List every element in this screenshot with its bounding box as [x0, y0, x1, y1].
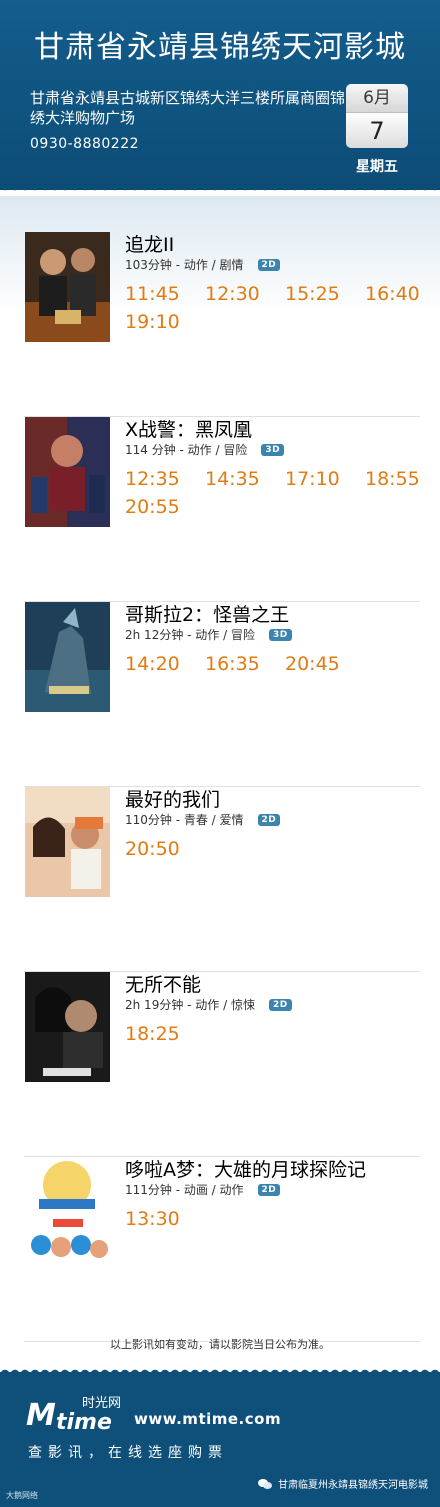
showtime[interactable]: 16:40 [365, 284, 425, 304]
movie-duration-genre: 2h 19分钟 - 动作 / 惊悚 [125, 998, 255, 1012]
weekday: 星期五 [356, 159, 398, 175]
header-scallop-edge [0, 186, 440, 196]
logo-chinese-name: 时光网 [82, 1396, 122, 1411]
movie-duration-genre: 114 分钟 - 动作 / 冒险 [125, 443, 248, 457]
showtime[interactable]: 13:30 [125, 1209, 205, 1229]
showtime[interactable]: 20:50 [125, 839, 205, 859]
logo-m-mark: M [26, 1398, 56, 1433]
movie-title[interactable]: 哥斯拉2：怪兽之王 [125, 600, 289, 627]
wechat-icon [258, 1478, 272, 1490]
format-badge: 2D [268, 998, 292, 1011]
movie-card[interactable]: X战警：黑凤凰 114 分钟 - 动作 / 冒险 3D 12:35 14:35 … [0, 417, 440, 602]
movie-meta: 110分钟 - 青春 / 爱情 2D [125, 811, 281, 828]
calendar-month: 6月 [346, 84, 408, 112]
movie-meta: 2h 12分钟 - 动作 / 冒险 3D [125, 626, 292, 643]
movie-card[interactable]: 无所不能 2h 19分钟 - 动作 / 惊悚 2D 18:25 [0, 972, 440, 1157]
showtime[interactable]: 19:10 [125, 312, 205, 332]
showtime[interactable]: 12:30 [205, 284, 285, 304]
format-badge: 2D [257, 258, 281, 271]
movie-meta: 114 分钟 - 动作 / 冒险 3D [125, 441, 285, 458]
movie-duration-genre: 103分钟 - 动作 / 剧情 [125, 258, 244, 272]
cinema-address: 甘肃省永靖县古城新区锦绣大洋三楼所属商圈锦绣大洋购物广场 [30, 89, 346, 127]
movie-duration-genre: 111分钟 - 动画 / 动作 [125, 1183, 244, 1197]
movie-meta: 103分钟 - 动作 / 剧情 2D [125, 256, 281, 273]
movie-poster[interactable] [25, 1157, 110, 1267]
movie-meta: 2h 19分钟 - 动作 / 惊悚 2D [125, 996, 292, 1013]
wechat-account[interactable]: 甘肃临夏州永靖县锦绣天河电影城 [258, 1476, 428, 1491]
footer: 时光网 M time www.mtime.com 查影讯，在线选座购票 大鹅网络… [0, 1366, 440, 1507]
showtime[interactable]: 14:35 [205, 469, 285, 489]
logo-wordmark: time [56, 1410, 112, 1435]
movie-poster[interactable] [25, 602, 110, 712]
movie-card[interactable]: 哥斯拉2：怪兽之王 2h 12分钟 - 动作 / 冒险 3D 14:20 16:… [0, 602, 440, 787]
movie-duration-genre: 2h 12分钟 - 动作 / 冒险 [125, 628, 255, 642]
showtime[interactable]: 18:55 [365, 469, 425, 489]
showtime[interactable]: 20:55 [125, 497, 205, 517]
wechat-account-name: 甘肃临夏州永靖县锦绣天河电影城 [278, 1480, 428, 1491]
showtime[interactable]: 11:45 [125, 284, 205, 304]
movie-poster[interactable] [25, 232, 110, 342]
calendar-icon: 6月 7 [346, 84, 408, 148]
movie-meta: 111分钟 - 动画 / 动作 2D [125, 1181, 281, 1198]
format-badge: 2D [257, 813, 281, 826]
movie-title[interactable]: 最好的我们 [125, 785, 220, 812]
showtime[interactable]: 20:45 [285, 654, 365, 674]
movie-title[interactable]: 哆啦A梦：大雄的月球探险记 [125, 1155, 366, 1182]
movie-card[interactable]: 哆啦A梦：大雄的月球探险记 111分钟 - 动画 / 动作 2D 13:30 [0, 1157, 440, 1342]
showtime[interactable]: 14:20 [125, 654, 205, 674]
movie-poster[interactable] [25, 787, 110, 897]
movie-duration-genre: 110分钟 - 青春 / 爱情 [125, 813, 244, 827]
movie-card[interactable]: 追龙II 103分钟 - 动作 / 剧情 2D 11:45 12:30 15:2… [0, 232, 440, 417]
movie-title[interactable]: 无所不能 [125, 970, 201, 997]
footer-scallop-edge [0, 1366, 440, 1374]
showtime[interactable]: 12:35 [125, 469, 205, 489]
showtimes: 12:35 14:35 17:10 18:55 20:55 [125, 469, 425, 517]
format-badge: 3D [268, 628, 292, 641]
mtime-logo[interactable]: 时光网 M time [26, 1390, 136, 1436]
schedule-notice: 以上影讯如有变动，请以影院当日公布为准。 [110, 1338, 330, 1351]
movie-title[interactable]: X战警：黑凤凰 [125, 415, 252, 442]
movie-card[interactable]: 最好的我们 110分钟 - 青春 / 爱情 2D 20:50 [0, 787, 440, 972]
showtimes: 13:30 [125, 1209, 425, 1229]
showtimes: 20:50 [125, 839, 425, 859]
movie-title[interactable]: 追龙II [125, 230, 174, 257]
showtime[interactable]: 16:35 [205, 654, 285, 674]
format-badge: 3D [261, 443, 285, 456]
website-link[interactable]: www.mtime.com [134, 1410, 281, 1428]
showtime[interactable]: 17:10 [285, 469, 365, 489]
showtime[interactable]: 18:25 [125, 1024, 205, 1044]
movie-poster[interactable] [25, 417, 110, 527]
watermark-left: 大鹅网络 [6, 1491, 38, 1500]
cinema-title: 甘肃省永靖县锦绣天河影城 [34, 30, 406, 65]
format-badge: 2D [257, 1183, 281, 1196]
showtimes: 11:45 12:30 15:25 16:40 19:10 [125, 284, 425, 332]
calendar-day: 7 [346, 112, 408, 148]
showtimes: 18:25 [125, 1024, 425, 1044]
cinema-header: 甘肃省永靖县锦绣天河影城 甘肃省永靖县古城新区锦绣大洋三楼所属商圈锦绣大洋购物广… [0, 0, 440, 190]
cinema-phone[interactable]: 0930-8880222 [30, 136, 139, 152]
showtimes: 14:20 16:35 20:45 [125, 654, 425, 674]
movie-poster[interactable] [25, 972, 110, 1082]
showtime[interactable]: 15:25 [285, 284, 365, 304]
tagline: 查影讯，在线选座购票 [28, 1445, 228, 1461]
